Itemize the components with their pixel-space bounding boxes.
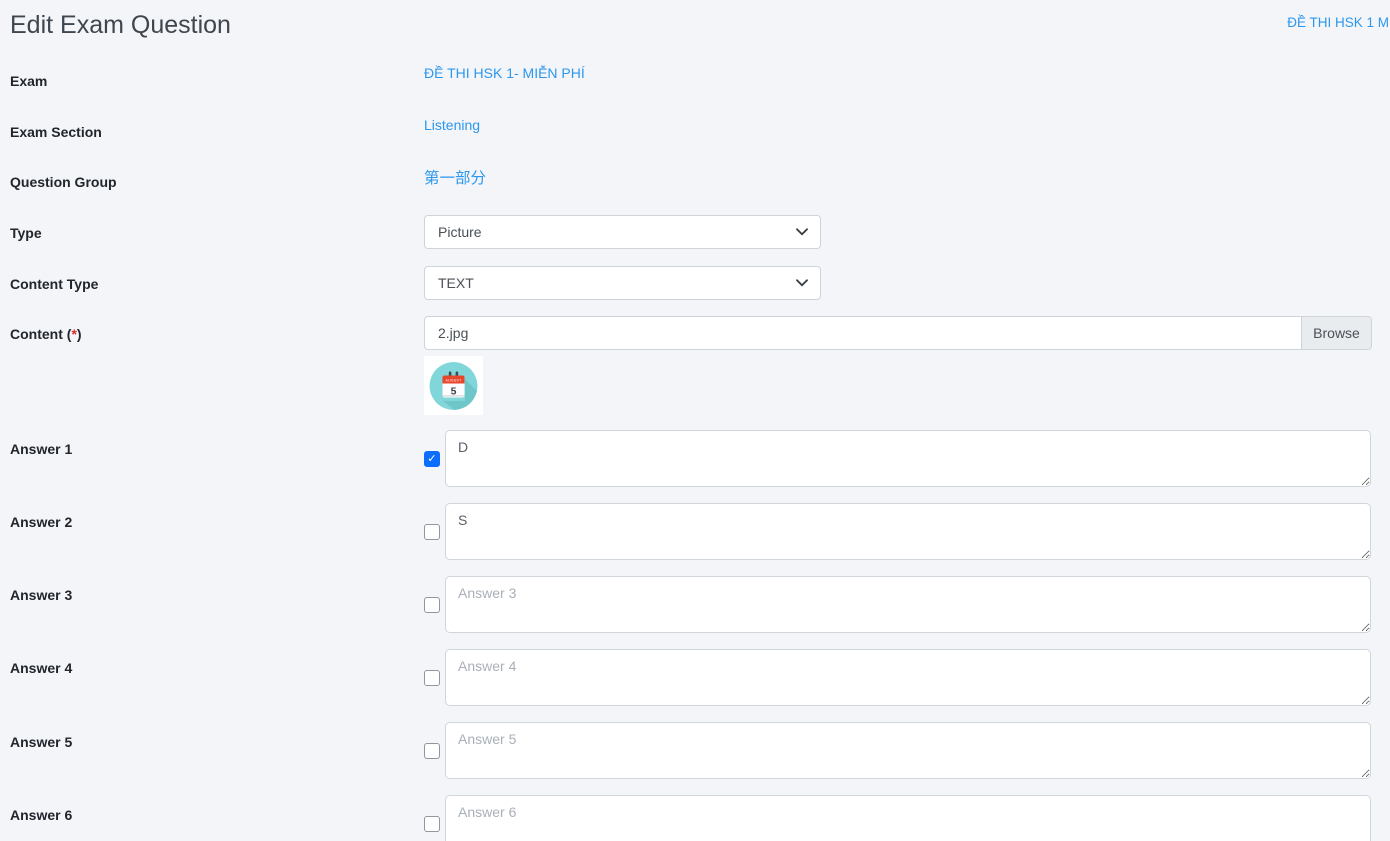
- answer-1-label: Answer 1: [10, 441, 72, 457]
- content-type-select-wrap: TEXT: [424, 266, 821, 300]
- answer-5-textarea[interactable]: [445, 722, 1371, 779]
- exam-section-label: Exam Section: [10, 124, 102, 140]
- answer-4-checkbox[interactable]: ✓: [424, 670, 440, 686]
- answer-2-label: Answer 2: [10, 514, 72, 530]
- answer-6-label: Answer 6: [10, 807, 72, 823]
- content-file-input[interactable]: 2.jpg Browse: [424, 316, 1372, 350]
- answer-5-label: Answer 5: [10, 734, 72, 750]
- type-select-wrap: Picture: [424, 215, 821, 249]
- type-select[interactable]: Picture: [424, 215, 821, 249]
- breadcrumb-exam-link[interactable]: ĐỀ THI HSK 1 M: [1287, 15, 1389, 30]
- content-label: Content (*): [10, 326, 82, 342]
- answer-1-textarea[interactable]: D: [445, 430, 1371, 487]
- answer-2-textarea[interactable]: S: [445, 503, 1371, 560]
- svg-text:5: 5: [451, 386, 457, 398]
- content-type-label: Content Type: [10, 276, 98, 292]
- exam-label: Exam: [10, 73, 47, 89]
- calendar-august-5-icon: AUGUST 5: [424, 356, 483, 415]
- svg-text:AUGUST: AUGUST: [446, 379, 462, 383]
- answer-2-checkbox[interactable]: ✓: [424, 524, 440, 540]
- answer-1-checkbox[interactable]: ✓: [424, 451, 440, 467]
- content-type-select[interactable]: TEXT: [424, 266, 821, 300]
- answer-3-checkbox[interactable]: ✓: [424, 597, 440, 613]
- answer-4-label: Answer 4: [10, 660, 72, 676]
- browse-button[interactable]: Browse: [1301, 317, 1371, 349]
- answer-6-textarea[interactable]: [445, 795, 1371, 841]
- answer-3-label: Answer 3: [10, 587, 72, 603]
- type-label: Type: [10, 225, 42, 241]
- checkmark-icon: ✓: [425, 452, 439, 466]
- answer-4-textarea[interactable]: [445, 649, 1371, 706]
- page-title: Edit Exam Question: [10, 11, 231, 40]
- answer-3-textarea[interactable]: [445, 576, 1371, 633]
- answer-5-checkbox[interactable]: ✓: [424, 743, 440, 759]
- content-thumbnail: AUGUST 5: [424, 356, 483, 415]
- question-group-label: Question Group: [10, 174, 117, 190]
- file-name-text: 2.jpg: [425, 317, 1301, 349]
- exam-section-value-link[interactable]: Listening: [424, 117, 480, 133]
- exam-value-link[interactable]: ĐỀ THI HSK 1- MIỄN PHÍ: [424, 65, 585, 81]
- answer-6-checkbox[interactable]: ✓: [424, 816, 440, 832]
- question-group-value-link[interactable]: 第一部分: [424, 166, 486, 188]
